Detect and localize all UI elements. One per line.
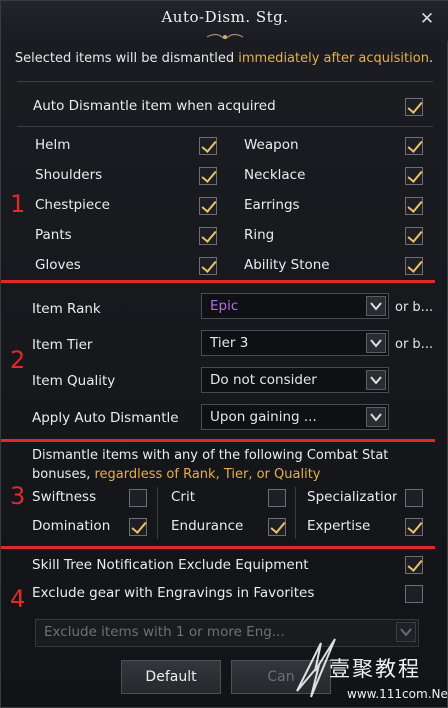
item-chestpiece-checkbox[interactable] [199, 197, 217, 215]
item-quality-label: Item Quality [32, 373, 116, 389]
stat-endurance-label: Endurance [171, 518, 244, 534]
item-quality-value: Do not consider [210, 372, 317, 388]
divider [17, 126, 433, 127]
item-rank-select[interactable]: Epic [201, 293, 389, 319]
item-helm-checkbox[interactable] [199, 137, 217, 155]
item-weapon-checkbox[interactable] [405, 137, 423, 155]
chevron-down-icon [366, 370, 386, 390]
item-pants-checkbox[interactable] [199, 227, 217, 245]
annotation-line [1, 439, 435, 442]
item-pants-label: Pants [35, 227, 72, 243]
chevron-down-icon [366, 333, 386, 353]
watermark-url: www.111com.Net [347, 687, 448, 701]
item-necklace-label: Necklace [244, 167, 306, 183]
item-quality-select[interactable]: Do not consider [201, 367, 389, 393]
annotation-line [1, 280, 435, 283]
skill-tree-exclude-label: Skill Tree Notification Exclude Equipmen… [32, 557, 309, 573]
chevron-down-icon [366, 296, 386, 316]
divider [17, 81, 433, 82]
window-title: Auto-Dism. Stg. [161, 8, 289, 26]
item-shoulders-checkbox[interactable] [199, 167, 217, 185]
combat-stat-description-2: bonuses, regardless of Rank, Tier, or Qu… [32, 467, 320, 482]
stat-swiftness-checkbox[interactable] [129, 489, 147, 507]
item-necklace-checkbox[interactable] [405, 167, 423, 185]
combat-stat-desc-highlight: regardless of Rank, Tier, or Quality [94, 467, 321, 482]
annotation-marker-1: 1 [10, 190, 26, 218]
subtitle-text: Selected items will be dismantled [14, 51, 239, 66]
stat-crit-label: Crit [171, 489, 196, 505]
item-ability-stone-label: Ability Stone [244, 257, 330, 273]
item-tier-select[interactable]: Tier 3 [201, 330, 389, 356]
item-tier-value: Tier 3 [210, 335, 249, 351]
engravings-exclude-value: Exclude items with 1 or more Eng... [44, 624, 285, 640]
item-earrings-label: Earrings [244, 197, 300, 213]
stat-endurance-checkbox[interactable] [268, 518, 286, 536]
annotation-marker-2: 2 [10, 346, 26, 374]
combat-stat-description: Dismantle items with any of the followin… [32, 448, 389, 463]
item-ring-label: Ring [244, 227, 275, 243]
combat-stat-desc-text: bonuses, [32, 467, 95, 482]
engravings-exclude-label: Exclude gear with Engravings in Favorite… [32, 585, 315, 601]
annotation-line [1, 546, 435, 549]
item-tier-suffix: or b... [395, 337, 434, 352]
apply-auto-dismantle-value: Upon gaining ... [210, 409, 317, 425]
stat-specialization-checkbox[interactable] [405, 489, 423, 507]
item-ability-stone-checkbox[interactable] [405, 257, 423, 275]
stat-domination-label: Domination [32, 518, 111, 534]
watermark-text: 壹聚教程 [329, 657, 421, 681]
engravings-exclude-checkbox[interactable] [405, 585, 423, 603]
item-earrings-checkbox[interactable] [405, 197, 423, 215]
title-bar: Auto-Dism. Stg. ✕ [1, 1, 448, 41]
annotation-marker-3: 3 [10, 482, 26, 510]
close-icon[interactable]: ✕ [419, 11, 435, 28]
chevron-down-icon [366, 407, 386, 427]
item-tier-label: Item Tier [32, 337, 93, 353]
stat-swiftness-label: Swiftness [32, 489, 97, 505]
item-chestpiece-label: Chestpiece [35, 197, 110, 213]
stat-expertise-checkbox[interactable] [405, 518, 423, 536]
item-rank-label: Item Rank [32, 301, 101, 317]
item-weapon-label: Weapon [244, 137, 299, 153]
subtitle-highlight: immediately after acquisition [238, 51, 429, 66]
default-button[interactable]: Default [121, 660, 221, 694]
column-divider [295, 487, 296, 539]
item-helm-label: Helm [35, 137, 71, 153]
auto-dismantle-window: Auto-Dism. Stg. ✕ Selected items will be… [0, 0, 448, 708]
item-gloves-checkbox[interactable] [199, 257, 217, 275]
item-shoulders-label: Shoulders [35, 167, 103, 183]
annotation-marker-4: 4 [10, 585, 26, 613]
apply-auto-dismantle-label: Apply Auto Dismantle [32, 410, 179, 426]
apply-auto-dismantle-select[interactable]: Upon gaining ... [201, 404, 389, 430]
column-divider [157, 487, 158, 539]
item-rank-suffix: or b... [395, 300, 434, 315]
skill-tree-exclude-checkbox[interactable] [405, 556, 423, 574]
stat-crit-checkbox[interactable] [268, 489, 286, 507]
master-auto-dismantle-checkbox[interactable] [405, 98, 423, 116]
stat-specialization-label: Specialization [307, 489, 397, 505]
subtitle: Selected items will be dismantled immedi… [1, 51, 447, 66]
item-gloves-label: Gloves [35, 257, 81, 273]
stat-domination-checkbox[interactable] [129, 518, 147, 536]
master-auto-dismantle-label: Auto Dismantle item when acquired [33, 98, 276, 114]
title-ornament-icon [206, 33, 244, 40]
subtitle-end: . [428, 51, 434, 66]
item-rank-value: Epic [210, 298, 239, 314]
stat-expertise-label: Expertise [307, 518, 371, 534]
item-ring-checkbox[interactable] [405, 227, 423, 245]
